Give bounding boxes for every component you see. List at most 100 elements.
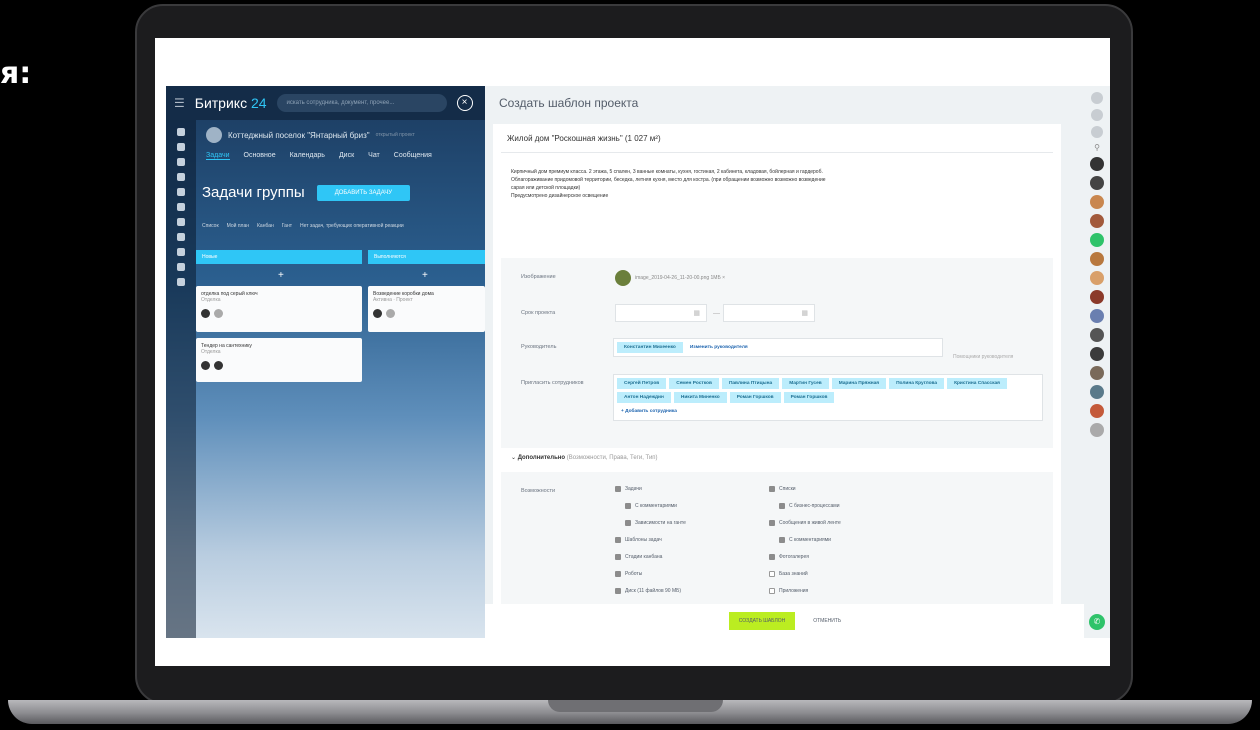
avatar[interactable] (1090, 176, 1104, 190)
feature-checkbox[interactable]: С комментариями (625, 503, 677, 509)
feature-checkbox[interactable]: Сообщения в живой ленте (769, 520, 841, 526)
view-list[interactable]: Список (202, 223, 219, 229)
tab-messages[interactable]: Сообщения (394, 152, 432, 160)
feature-checkbox[interactable]: Шаблоны задач (615, 537, 662, 543)
invitee-tag[interactable]: Антон Надеждин (617, 392, 671, 403)
rail-icon[interactable] (177, 233, 185, 241)
project-description[interactable]: Кирпичный дом премиум класса. 2 этажа, 5… (511, 168, 1031, 200)
task-card[interactable]: Возведение коробки дома Активна · Проект (368, 286, 485, 332)
rail-icon[interactable] (177, 218, 185, 226)
avatar[interactable] (1090, 195, 1104, 209)
invitee-tag[interactable]: Полина Круглова (889, 378, 945, 389)
extra-toggle[interactable]: ⌄ Дополнительно (Возможности, Права, Тег… (511, 454, 658, 461)
phone-icon[interactable]: ✆ (1089, 614, 1105, 630)
avatar[interactable] (1090, 404, 1104, 418)
tab-chat[interactable]: Чат (368, 152, 380, 160)
tab-main[interactable]: Основное (244, 152, 276, 160)
calendar-icon[interactable]: ▦ (693, 309, 700, 317)
task-card[interactable]: Тендер на сантехнику Отделка (196, 338, 362, 382)
checkbox-icon[interactable] (769, 588, 775, 594)
checkbox-icon[interactable] (615, 486, 621, 492)
checkbox-icon[interactable] (779, 503, 785, 509)
invitee-tag[interactable]: Павлина Птицына (721, 378, 780, 389)
avatar[interactable] (1090, 385, 1104, 399)
checkbox-icon[interactable] (625, 520, 631, 526)
task-card[interactable]: отделка под серый ключ Отделка (196, 286, 362, 332)
checkbox-icon[interactable] (615, 554, 621, 560)
checkbox-icon[interactable] (615, 537, 621, 543)
add-task-button[interactable]: ДОБАВИТЬ ЗАДАЧУ (316, 184, 411, 201)
rail-icon[interactable] (177, 248, 185, 256)
rail-icon[interactable] (177, 188, 185, 196)
owner-tag[interactable]: Константин Михеенко (617, 342, 683, 353)
search-input[interactable]: искать сотрудника, документ, прочее... (276, 94, 447, 112)
rail-icon[interactable] (177, 278, 185, 286)
change-owner-link[interactable]: Изменить руководителя (686, 342, 752, 353)
avatar[interactable] (1090, 290, 1104, 304)
group-name[interactable]: Коттеджный поселок "Янтарный бриз" (228, 131, 370, 140)
checkbox-icon[interactable] (615, 588, 621, 594)
add-employee-link[interactable]: + Добавить сотрудника (617, 406, 1039, 417)
avatar[interactable] (1090, 233, 1104, 247)
checkbox-icon[interactable] (769, 554, 775, 560)
feature-checkbox[interactable]: Задачи (615, 486, 642, 492)
rail-icon[interactable] (177, 203, 185, 211)
logo[interactable]: Битрикс 24 (195, 95, 267, 111)
feature-checkbox[interactable]: Стадии канбана (615, 554, 662, 560)
checkbox-icon[interactable] (769, 571, 775, 577)
view-kanban[interactable]: Канбан (257, 223, 274, 229)
column-new[interactable]: Новые (196, 250, 362, 264)
settings-icon[interactable] (1091, 126, 1103, 138)
bell-icon[interactable] (1091, 109, 1103, 121)
avatar[interactable] (1090, 214, 1104, 228)
rail-icon[interactable] (177, 173, 185, 181)
search-icon[interactable]: ⚲ (1094, 143, 1100, 152)
cancel-button[interactable]: ОТМЕНИТЬ (813, 618, 841, 624)
invitee-tag[interactable]: Кристина Спасская (947, 378, 1007, 389)
feature-checkbox[interactable]: Списки (769, 486, 796, 492)
checkbox-icon[interactable] (769, 486, 775, 492)
avatar[interactable] (1090, 347, 1104, 361)
invitee-tag[interactable]: Марина Пряжная (831, 378, 887, 389)
invitee-tag[interactable]: Сергей Петров (617, 378, 667, 389)
feature-checkbox[interactable]: Роботы (615, 571, 642, 577)
create-template-button[interactable]: СОЗДАТЬ ШАБЛОН (728, 612, 796, 630)
avatar[interactable] (1090, 328, 1104, 342)
image-file[interactable]: image_2019-04-26_11-20-00.png 1МБ × (615, 270, 725, 286)
column-progress[interactable]: Выполняются (368, 250, 485, 264)
add-card-icon[interactable]: + (278, 270, 284, 281)
owner-field[interactable]: Константин Михеенко Изменить руководител… (613, 338, 943, 357)
menu-icon[interactable]: ☰ (174, 96, 185, 110)
invitee-tag[interactable]: Семен Ростков (669, 378, 719, 389)
avatar[interactable] (1090, 271, 1104, 285)
invite-field[interactable]: Сергей Петров Семен Ростков Павлина Птиц… (613, 374, 1043, 421)
avatar[interactable] (1090, 252, 1104, 266)
tab-tasks[interactable]: Задачи (206, 152, 230, 160)
end-date-input[interactable]: ▦ (723, 304, 815, 322)
checkbox-icon[interactable] (625, 503, 631, 509)
checkbox-icon[interactable] (769, 520, 775, 526)
feature-checkbox[interactable]: Зависимости на ганте (625, 520, 686, 526)
feature-checkbox[interactable]: С бизнес-процессами (779, 503, 840, 509)
invitee-tag[interactable]: Роман Горшков (783, 392, 835, 403)
rail-icon[interactable] (177, 158, 185, 166)
rail-icon[interactable] (177, 263, 185, 271)
help-icon[interactable] (1091, 92, 1103, 104)
avatar[interactable] (1090, 423, 1104, 437)
add-card-icon[interactable]: + (422, 270, 428, 281)
invitee-tag[interactable]: Мартин Гусев (782, 378, 829, 389)
rail-icon[interactable] (177, 128, 185, 136)
assistants-link[interactable]: Помощники руководителя (953, 354, 1013, 360)
rail-icon[interactable] (177, 143, 185, 151)
invitee-tag[interactable]: Никита Миненко (673, 392, 727, 403)
feature-checkbox[interactable]: Диск (11 файлов 90 МБ) (615, 588, 681, 594)
tab-calendar[interactable]: Календарь (290, 152, 325, 160)
close-icon[interactable]: × (456, 95, 473, 111)
tab-disk[interactable]: Диск (339, 152, 354, 160)
checkbox-icon[interactable] (615, 571, 621, 577)
avatar[interactable] (1090, 366, 1104, 380)
start-date-input[interactable]: ▦ (615, 304, 707, 322)
project-name[interactable]: Жилой дом "Роскошная жизнь" (1 027 м²) (507, 134, 661, 143)
feature-checkbox[interactable]: Приложения (769, 588, 808, 594)
view-gantt[interactable]: Гант (282, 223, 292, 229)
